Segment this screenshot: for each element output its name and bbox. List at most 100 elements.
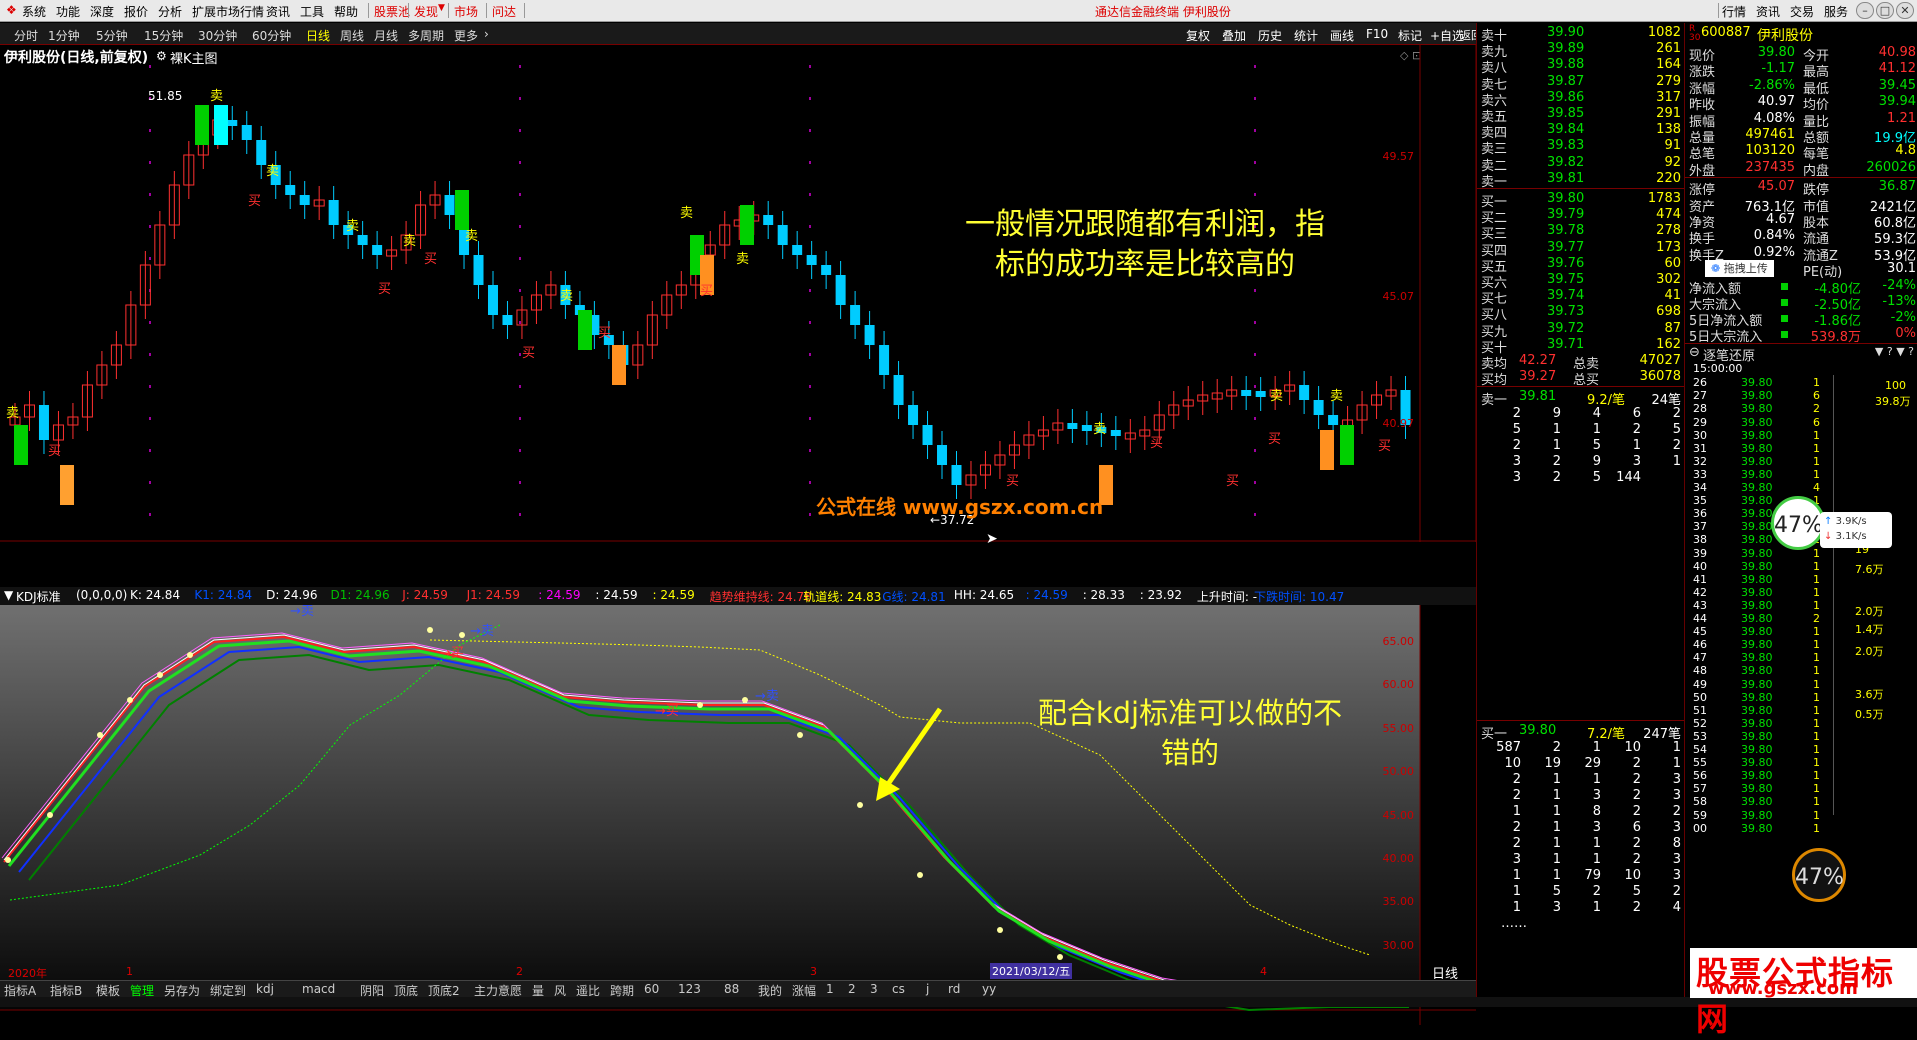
menu-item-trade[interactable]: 交易	[1790, 3, 1814, 20]
upload-arrow-icon: ↑	[1824, 516, 1833, 527]
tick-second: 56	[1693, 769, 1707, 783]
sell-level-row[interactable]: 卖二 39.82 92	[1477, 155, 1685, 174]
tick-volume: 1	[1813, 821, 1820, 835]
maximize-icon[interactable]: □	[1876, 2, 1894, 19]
annotation-kdj-note: 配合kdj标准可以做的不 错的	[1037, 696, 1343, 770]
menu-item-quotes[interactable]: 行情	[1722, 3, 1746, 20]
sell-level-row[interactable]: 卖七 39.87 279	[1477, 74, 1685, 93]
bottom-tab[interactable]: 1	[826, 982, 834, 996]
sell-level-row[interactable]: 卖六 39.86 317	[1477, 90, 1685, 109]
menu-item-ext-market[interactable]: 扩展市场行情	[192, 3, 264, 20]
period-tab-60min[interactable]: 60分钟	[252, 27, 291, 44]
menu-item-service[interactable]: 服务	[1824, 3, 1848, 20]
more-chevron-icon[interactable]: ›	[484, 27, 489, 41]
toolbar-history[interactable]: 历史	[1258, 27, 1282, 44]
sell-level-row[interactable]: 卖三 39.83 91	[1477, 138, 1685, 157]
toolbar-draw[interactable]: 画线	[1330, 27, 1354, 44]
dropdown-icon[interactable]: ▼	[4, 588, 13, 602]
stat-label: 内盘	[1803, 163, 1830, 179]
bottom-tab[interactable]: kdj	[256, 982, 274, 996]
buy-level-row[interactable]: 买六 39.75 302	[1477, 272, 1685, 291]
menu-bar: ❖ 系统 功能 深度 报价 分析 扩展市场行情 资讯 工具 帮助 股票池 发现 …	[0, 0, 1917, 22]
queue-cell: 3	[1672, 820, 1681, 835]
flow-pct: -24%	[1882, 278, 1916, 294]
buy-level-row[interactable]: 买一 39.80 1783	[1477, 191, 1685, 210]
buy-level-row[interactable]: 买十 39.71 162	[1477, 337, 1685, 356]
kdj-point-marker	[697, 702, 703, 708]
buy-level-row[interactable]: 买七 39.74 41	[1477, 288, 1685, 307]
bottom-tab[interactable]: 123	[678, 982, 701, 996]
tick-volume: 1	[1813, 664, 1820, 678]
upload-popup[interactable]: ❁ 拖拽上传	[1705, 260, 1774, 278]
bottom-tab[interactable]: 88	[724, 982, 739, 996]
period-tab-15min[interactable]: 15分钟	[144, 27, 183, 44]
sell-level-row[interactable]: 卖八 39.88 164	[1477, 57, 1685, 76]
period-tab-30min[interactable]: 30分钟	[198, 27, 237, 44]
tick-price: 39.80	[1741, 481, 1773, 494]
sell-level-row[interactable]: 卖九 39.89 261	[1477, 41, 1685, 60]
tick-second: 35	[1693, 494, 1707, 508]
sell-level-row[interactable]: 卖五 39.85 291	[1477, 106, 1685, 125]
buy-level-row[interactable]: 买三 39.78 278	[1477, 223, 1685, 242]
period-tab-more[interactable]: 更多	[454, 27, 478, 44]
toolbar-overlay[interactable]: 叠加	[1222, 27, 1246, 44]
level-price: 39.89	[1547, 41, 1585, 57]
bottom-tab[interactable]: 60	[644, 982, 659, 996]
bottom-tab[interactable]: yy	[982, 982, 996, 996]
buy-level-row[interactable]: 买五 39.76 60	[1477, 256, 1685, 275]
queue-cell: 1	[1512, 900, 1521, 915]
menu-item-wenda[interactable]: 问达	[492, 3, 516, 20]
period-tab-intraday[interactable]: 分时	[14, 27, 38, 44]
bottom-tab[interactable]: 3	[870, 982, 878, 996]
close-icon[interactable]: ✕	[1896, 2, 1914, 19]
menu-item-stock-pool[interactable]: 股票池	[374, 3, 410, 20]
discover-dropdown-icon[interactable]: ▼	[438, 3, 445, 13]
chart-area[interactable]: 伊利股份(日线,前复权) ⚙ 裸K主图 ◇ ⊡ 卖买卖卖买卖卖买买卖买卖买卖买卖…	[0, 45, 1476, 1025]
minimize-icon[interactable]: –	[1856, 2, 1874, 19]
candlestick-chart[interactable]: 卖买卖卖买卖卖买买卖买卖买卖买卖买卖买买买卖 卖买	[0, 45, 1476, 542]
ticks-menu-icon[interactable]: ▼ ? ▼ ?	[1875, 345, 1914, 358]
network-speed-gauge[interactable]: 47%	[1771, 496, 1825, 550]
sell-level-row[interactable]: 卖四 39.84 138	[1477, 122, 1685, 141]
bottom-tab[interactable]: j	[926, 982, 929, 996]
menu-item-function[interactable]: 功能	[56, 3, 80, 20]
buy-level-row[interactable]: 买四 39.77 173	[1477, 240, 1685, 259]
toolbar-add-watchlist[interactable]: +自选	[1430, 27, 1464, 44]
network-speed-gauge-2[interactable]: 47%	[1792, 848, 1846, 902]
tick-second: 54	[1693, 743, 1707, 756]
menu-item-market[interactable]: 市场	[454, 3, 478, 20]
toolbar-f10[interactable]: F10	[1366, 27, 1388, 41]
menu-item-discover[interactable]: 发现	[414, 3, 438, 20]
toolbar-stats[interactable]: 统计	[1294, 27, 1318, 44]
menu-item-system[interactable]: 系统	[22, 3, 46, 20]
menu-item-news[interactable]: 资讯	[1756, 3, 1780, 20]
menu-item-tools[interactable]: 工具	[300, 3, 324, 20]
period-tab-daily[interactable]: 日线	[306, 27, 330, 44]
bottom-tab[interactable]: macd	[302, 982, 335, 996]
menu-item-depth[interactable]: 深度	[90, 3, 114, 20]
buy-level-row[interactable]: 买二 39.79 474	[1477, 207, 1685, 226]
toolbar-mark[interactable]: 标记	[1398, 27, 1422, 44]
sell-level-row[interactable]: 卖一 39.81 220	[1477, 171, 1685, 190]
buy-level-row[interactable]: 买八 39.73 698	[1477, 304, 1685, 323]
period-tab-multi[interactable]: 多周期	[408, 27, 444, 44]
period-tab-5min[interactable]: 5分钟	[96, 27, 128, 44]
ticks-collapse-icon[interactable]: ⊖	[1689, 345, 1700, 360]
period-tab-1min[interactable]: 1分钟	[48, 27, 80, 44]
menu-item-quote[interactable]: 报价	[124, 3, 148, 20]
menu-item-help[interactable]: 帮助	[334, 3, 358, 20]
sell-level-row[interactable]: 卖十 39.90 1082	[1477, 25, 1685, 44]
bottom-tab[interactable]: cs	[892, 982, 905, 996]
queue-cell: 2	[1632, 852, 1641, 867]
toolbar-restore-right[interactable]: 复权	[1186, 27, 1210, 44]
bottom-tab[interactable]: 2	[848, 982, 856, 996]
upload-speed: 3.9K/s	[1835, 516, 1867, 527]
buy-level-row[interactable]: 买九 39.72 87	[1477, 321, 1685, 340]
menu-item-analysis[interactable]: 分析	[158, 3, 182, 20]
period-tab-monthly[interactable]: 月线	[374, 27, 398, 44]
period-tab-weekly[interactable]: 周线	[340, 27, 364, 44]
kdj-chart[interactable]: →卖→卖→卖→卖→买→买→买	[0, 605, 1476, 1025]
bottom-tab[interactable]: rd	[948, 982, 960, 996]
kdj-name: KDJ标准	[16, 590, 61, 604]
menu-item-info[interactable]: 资讯	[266, 3, 290, 20]
